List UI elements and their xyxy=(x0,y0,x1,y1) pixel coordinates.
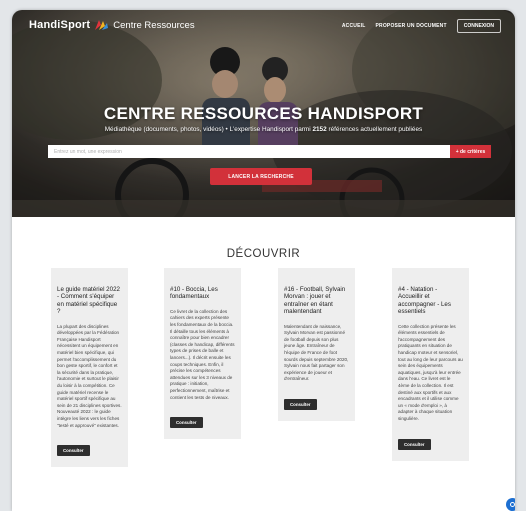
consult-button[interactable]: Consulter xyxy=(57,445,90,457)
hero-subtitle: Médiathèque (documents, photos, vidéos) … xyxy=(12,126,515,133)
card-description: Ce livret de la collection des cahiers d… xyxy=(170,308,235,400)
hero-banner: HandiSport Centre Ressources ACCUEIL PRO… xyxy=(12,10,515,217)
consult-button[interactable]: Consulter xyxy=(170,417,203,429)
consult-button[interactable]: Consulter xyxy=(284,398,317,410)
chat-icon[interactable] xyxy=(506,498,515,511)
login-button[interactable]: CONNEXION xyxy=(456,19,501,33)
nav-link-propose-document[interactable]: PROPOSER UN DOCUMENT xyxy=(375,23,446,29)
browser-frame: HandiSport Centre Ressources ACCUEIL PRO… xyxy=(0,0,526,511)
card-title[interactable]: Le guide matériel 2022 - Comment s'équip… xyxy=(57,286,122,316)
card-description: Malentendant de naissance, Sylvain Morva… xyxy=(284,323,349,382)
page: HandiSport Centre Ressources ACCUEIL PRO… xyxy=(12,10,515,511)
card-boccia[interactable]: #10 - Boccia, Les fondamentaux Ce livret… xyxy=(164,268,241,440)
hero-subtitle-before: Médiathèque (documents, photos, vidéos) … xyxy=(104,126,311,133)
hero-subtitle-count: 2152 xyxy=(312,126,327,133)
nav-links: ACCUEIL PROPOSER UN DOCUMENT CONNEXION xyxy=(342,19,501,33)
card-football[interactable]: #16 - Football, Sylvain Morvan : jouer e… xyxy=(278,268,355,421)
search-input[interactable] xyxy=(48,145,481,158)
nav-link-home[interactable]: ACCUEIL xyxy=(342,23,366,29)
logo-subtitle: Centre Ressources xyxy=(113,19,195,31)
launch-search-button[interactable]: LANCER LA RECHERCHE xyxy=(210,168,312,185)
site-logo[interactable]: HandiSport Centre Ressources xyxy=(29,18,195,32)
card-title[interactable]: #16 - Football, Sylvain Morvan : jouer e… xyxy=(284,286,349,316)
top-nav: HandiSport Centre Ressources ACCUEIL PRO… xyxy=(12,10,515,40)
hero-subtitle-after: références actuellement publiées xyxy=(328,126,423,133)
card-description: Cette collection présente les éléments e… xyxy=(398,323,463,421)
consult-button[interactable]: Consulter xyxy=(398,438,431,450)
card-material-guide[interactable]: Le guide matériel 2022 - Comment s'équip… xyxy=(51,268,128,468)
discover-title: DÉCOUVRIR xyxy=(226,248,301,260)
hero-title: CENTRE RESSOURCES HANDISPORT xyxy=(103,104,424,123)
card-description: La plupart des disciplines développées p… xyxy=(57,323,122,428)
card-title[interactable]: #10 - Boccia, Les fondamentaux xyxy=(170,286,235,301)
card-swimming[interactable]: #4 - Natation - Accueillir et accompagne… xyxy=(392,268,469,461)
card-title[interactable]: #4 - Natation - Accueillir et accompagne… xyxy=(398,286,463,316)
logo-text: HandiSport xyxy=(29,19,91,31)
logo-mark-icon xyxy=(95,20,109,30)
more-criteria-button[interactable]: + de critères xyxy=(450,145,491,158)
